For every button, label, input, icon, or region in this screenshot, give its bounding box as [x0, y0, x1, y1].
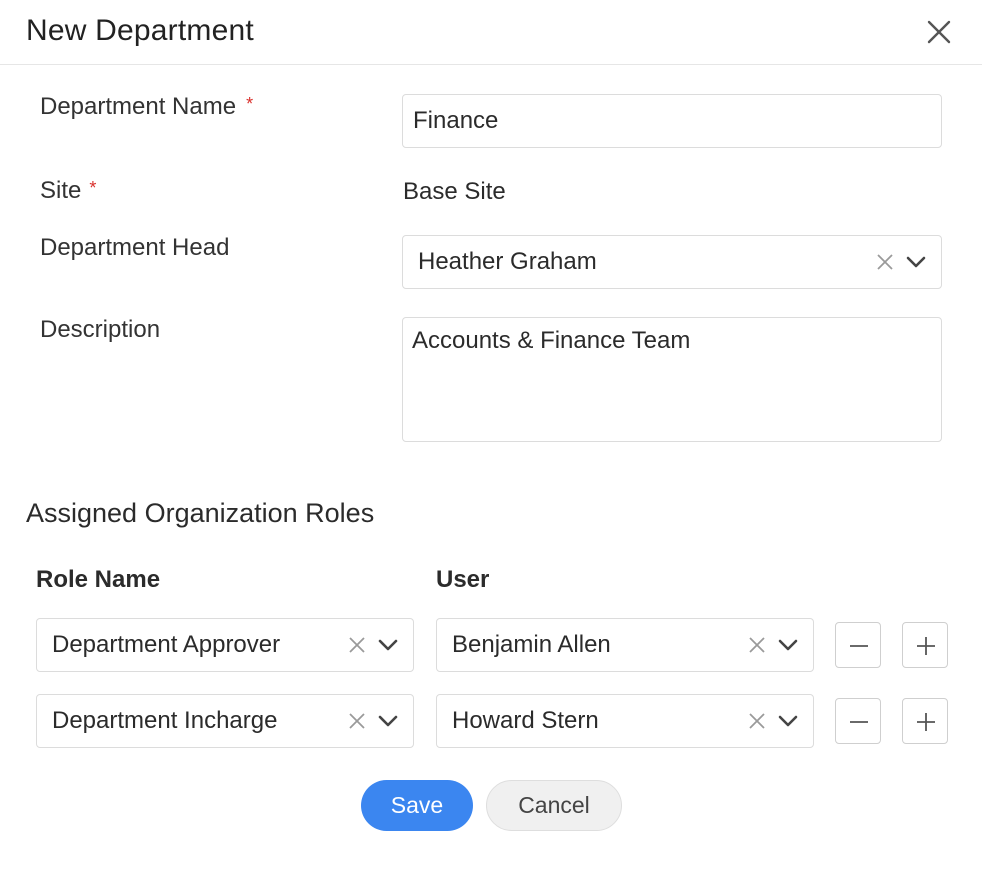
role-value: Department Incharge: [52, 707, 278, 734]
clear-icon[interactable]: [875, 252, 895, 272]
department-name-label-text: Department Name: [40, 93, 237, 120]
add-row-button[interactable]: [902, 698, 948, 744]
minus-icon: [850, 721, 868, 723]
dialog-header: New Department: [0, 0, 982, 65]
role-name-column-header: Role Name: [36, 566, 161, 593]
department-name-input[interactable]: [402, 94, 942, 148]
role-value: Department Approver: [52, 631, 281, 658]
plus-icon: [917, 713, 935, 731]
user-value: Howard Stern: [452, 707, 599, 734]
clear-icon[interactable]: [347, 711, 367, 731]
clear-icon[interactable]: [747, 635, 767, 655]
chevron-down-icon[interactable]: [377, 638, 399, 652]
description-label: Description: [40, 316, 161, 343]
user-select[interactable]: Benjamin Allen: [436, 618, 814, 672]
site-value: Base Site: [403, 178, 506, 205]
save-button[interactable]: Save: [361, 780, 473, 831]
remove-row-button[interactable]: [835, 622, 881, 668]
site-label: Site *: [40, 177, 96, 205]
required-marker: *: [246, 94, 254, 114]
user-select[interactable]: Howard Stern: [436, 694, 814, 748]
remove-row-button[interactable]: [835, 698, 881, 744]
chevron-down-icon[interactable]: [777, 714, 799, 728]
dialog-title: New Department: [26, 14, 254, 47]
department-head-label: Department Head: [40, 234, 230, 261]
cancel-button[interactable]: Cancel: [486, 780, 622, 831]
minus-icon: [850, 645, 868, 647]
role-select[interactable]: Department Incharge: [36, 694, 414, 748]
required-marker: *: [89, 178, 97, 198]
close-icon[interactable]: [922, 15, 956, 49]
description-textarea[interactable]: Accounts & Finance Team: [402, 317, 942, 442]
user-value: Benjamin Allen: [452, 631, 611, 658]
department-name-label: Department Name *: [40, 93, 253, 121]
plus-icon: [917, 637, 935, 655]
department-head-value: Heather Graham: [418, 248, 597, 275]
role-select[interactable]: Department Approver: [36, 618, 414, 672]
clear-icon[interactable]: [747, 711, 767, 731]
section-title-roles: Assigned Organization Roles: [26, 498, 375, 528]
user-column-header: User: [436, 566, 490, 593]
chevron-down-icon[interactable]: [777, 638, 799, 652]
add-row-button[interactable]: [902, 622, 948, 668]
clear-icon[interactable]: [347, 635, 367, 655]
department-head-select[interactable]: Heather Graham: [402, 235, 942, 289]
chevron-down-icon[interactable]: [377, 714, 399, 728]
site-label-text: Site: [40, 177, 82, 204]
chevron-down-icon[interactable]: [905, 255, 927, 269]
